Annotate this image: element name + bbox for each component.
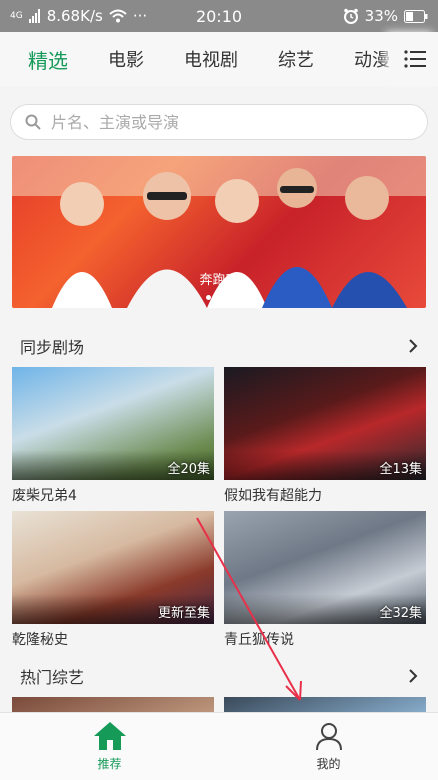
menu-button[interactable] (392, 32, 438, 86)
episode-badge: 全13集 (379, 462, 422, 477)
section-variety-header[interactable]: 热门综艺 (0, 661, 438, 691)
hero-banner[interactable]: 奔跑吧 (12, 156, 426, 308)
chevron-right-icon[interactable] (408, 668, 418, 684)
nav-mine[interactable]: 我的 (219, 713, 438, 780)
carousel-dots (12, 295, 426, 300)
banner-caption: 奔跑吧 (199, 273, 239, 288)
battery-icon (404, 9, 428, 23)
tab-anime[interactable]: 动漫 (334, 46, 392, 72)
list-menu-icon (404, 50, 426, 68)
video-title[interactable]: 废柴兄弟4 (12, 485, 214, 505)
video-thumbnail[interactable]: 全13集 (224, 367, 426, 480)
nav-mine-label: 我的 (316, 757, 341, 771)
signal-icon (28, 9, 40, 23)
alarm-icon (343, 8, 358, 24)
wifi-icon (109, 9, 127, 23)
status-bar: 4G 8.68K/s ··· 20:10 33% (0, 0, 438, 32)
video-thumbnail[interactable]: 更新至集 (12, 511, 214, 624)
status-right: 33% (343, 7, 428, 25)
chevron-right-icon[interactable] (408, 338, 418, 354)
search-input[interactable] (51, 112, 391, 132)
video-title[interactable]: 乾隆秘史 (12, 629, 214, 649)
carousel-dot (205, 295, 211, 300)
battery-percent: 33% (364, 7, 398, 25)
section-title: 同步剧场 (20, 338, 85, 357)
nav-recommend-label: 推荐 (97, 757, 122, 771)
video-card[interactable]: 更新至集 乾隆秘史 (12, 511, 214, 649)
home-icon (93, 722, 126, 750)
tab-featured[interactable]: 精选 (8, 45, 88, 74)
episode-badge: 全32集 (379, 606, 422, 621)
status-left: 4G 8.68K/s ··· (10, 7, 343, 25)
section-sync-header[interactable]: 同步剧场 (0, 331, 438, 361)
video-title[interactable]: 青丘狐传说 (224, 629, 426, 649)
category-tabs: 精选 电影 电视剧 综艺 动漫 (0, 32, 438, 86)
episode-badge: 更新至集 (157, 606, 210, 621)
net-speed: 8.68K/s (46, 7, 103, 25)
tab-tv-series[interactable]: 电视剧 (164, 46, 258, 72)
video-thumbnail[interactable]: 全20集 (12, 367, 214, 480)
more-notifications: ··· (132, 7, 148, 25)
search-bar[interactable] (10, 104, 428, 140)
bottom-nav: 推荐 我的 (0, 712, 438, 780)
tab-variety[interactable]: 综艺 (258, 46, 334, 72)
video-card[interactable]: 全20集 废柴兄弟4 (12, 367, 214, 505)
video-card[interactable]: 全32集 青丘狐传说 (224, 511, 426, 649)
video-title[interactable]: 假如我有超能力 (224, 485, 426, 505)
nav-recommend[interactable]: 推荐 (0, 713, 219, 780)
search-icon (25, 114, 41, 130)
tab-movies[interactable]: 电影 (88, 46, 164, 72)
carousel-dot (227, 295, 233, 300)
video-card[interactable]: 全13集 假如我有超能力 (224, 367, 426, 505)
video-thumbnail[interactable]: 全32集 (224, 511, 426, 624)
carousel-dot (216, 295, 222, 300)
tabs-track: 精选 电影 电视剧 综艺 动漫 (0, 45, 392, 74)
network-type: 4G (10, 11, 23, 21)
episode-badge: 全20集 (167, 462, 210, 477)
section-title: 热门综艺 (20, 668, 85, 687)
user-icon (315, 723, 342, 751)
